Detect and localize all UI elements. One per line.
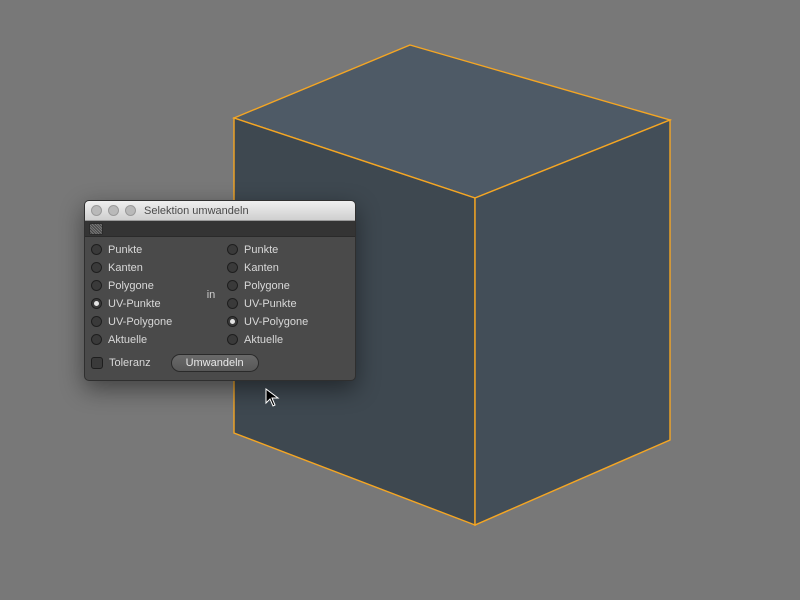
to-option[interactable]: Kanten: [225, 259, 345, 276]
selection-pattern-icon[interactable]: [89, 223, 103, 235]
dialog-titlebar[interactable]: Selektion umwandeln: [85, 201, 355, 221]
option-label: Kanten: [244, 262, 279, 274]
option-label: Punkte: [108, 244, 142, 256]
to-options: Punkte Kanten Polygone UV-Punkte UV-Polygone…: [225, 241, 345, 348]
option-label: Polygone: [108, 280, 154, 292]
tolerance-label: Toleranz: [109, 357, 151, 369]
to-option[interactable]: UV-Punkte: [225, 295, 345, 312]
option-label: Kanten: [108, 262, 143, 274]
radio-icon: [227, 262, 238, 273]
radio-icon: [227, 334, 238, 345]
convert-selection-dialog: Selektion umwandeln Punkte Kanten Polygone…: [84, 200, 356, 381]
from-option[interactable]: UV-Polygone: [89, 313, 197, 330]
to-option[interactable]: Aktuelle: [225, 331, 345, 348]
connector: in: [197, 241, 225, 348]
option-label: Polygone: [244, 280, 290, 292]
option-label: UV-Polygone: [108, 316, 172, 328]
convert-button[interactable]: Umwandeln: [171, 354, 259, 372]
from-option[interactable]: Aktuelle: [89, 331, 197, 348]
radio-icon: [227, 298, 238, 309]
option-label: UV-Punkte: [244, 298, 297, 310]
radio-icon: [227, 280, 238, 291]
to-option[interactable]: Polygone: [225, 277, 345, 294]
window-close-icon[interactable]: [91, 205, 102, 216]
option-label: Aktuelle: [108, 334, 147, 346]
option-label: UV-Polygone: [244, 316, 308, 328]
dialog-title: Selektion umwandeln: [144, 205, 249, 217]
option-label: Aktuelle: [244, 334, 283, 346]
window-zoom-icon[interactable]: [125, 205, 136, 216]
radio-icon: [91, 334, 102, 345]
connector-label: in: [207, 289, 216, 301]
radio-icon: [227, 244, 238, 255]
radio-icon: [91, 244, 102, 255]
dialog-toolbar: [85, 221, 355, 237]
tolerance-checkbox[interactable]: [91, 357, 103, 369]
to-option[interactable]: Punkte: [225, 241, 345, 258]
window-minimize-icon[interactable]: [108, 205, 119, 216]
radio-icon: [227, 316, 238, 327]
from-option[interactable]: UV-Punkte: [89, 295, 197, 312]
radio-icon: [91, 316, 102, 327]
to-option[interactable]: UV-Polygone: [225, 313, 345, 330]
radio-icon: [91, 262, 102, 273]
from-options: Punkte Kanten Polygone UV-Punkte UV-Polygone…: [89, 241, 197, 348]
option-label: Punkte: [244, 244, 278, 256]
radio-icon: [91, 280, 102, 291]
from-option[interactable]: Polygone: [89, 277, 197, 294]
radio-icon: [91, 298, 102, 309]
from-option[interactable]: Punkte: [89, 241, 197, 258]
from-option[interactable]: Kanten: [89, 259, 197, 276]
option-label: UV-Punkte: [108, 298, 161, 310]
